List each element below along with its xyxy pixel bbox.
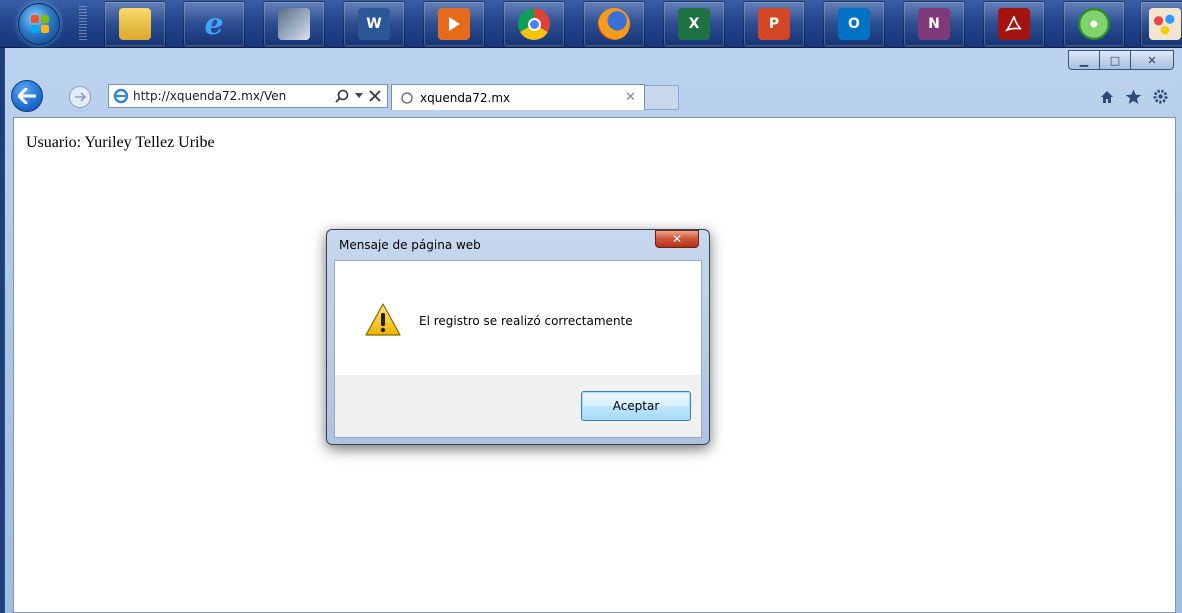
excel-icon: X	[678, 8, 710, 40]
browser-tab[interactable]: xquenda72.mx ✕	[391, 84, 645, 110]
media-player-icon	[438, 8, 470, 40]
acrobat-reader-icon	[998, 8, 1030, 40]
dialog-body: El registro se realizó correctamente Ace…	[334, 260, 702, 438]
dialog-close-button[interactable]: ✕	[655, 230, 699, 248]
windows-logo-icon	[31, 15, 49, 33]
arrow-right-icon	[75, 92, 86, 102]
taskbar-media-player[interactable]	[423, 1, 485, 47]
forward-button[interactable]	[69, 86, 91, 108]
taskbar-outlook[interactable]: O	[823, 1, 885, 47]
taskbar-onenote[interactable]: N	[903, 1, 965, 47]
taskbar-excel[interactable]: X	[663, 1, 725, 47]
onenote-icon: N	[918, 8, 950, 40]
taskbar-paint[interactable]	[1140, 1, 1182, 47]
taskbar-chrome[interactable]	[503, 1, 565, 47]
favorites-star-icon[interactable]	[1125, 89, 1142, 105]
dropdown-arrow-icon[interactable]	[355, 93, 363, 99]
settings-gear-icon[interactable]	[1152, 88, 1169, 105]
dialog-message: El registro se realizó correctamente	[419, 314, 633, 328]
taskbar-grip	[79, 6, 87, 42]
firefox-icon	[598, 8, 630, 40]
window-controls: ▁ □ ✕	[1068, 50, 1174, 70]
taskbar-powerpoint[interactable]: P	[743, 1, 805, 47]
dialog-message-area: El registro se realizó correctamente	[335, 261, 701, 375]
accept-button[interactable]: Aceptar	[581, 391, 691, 421]
taskbar-acrobat-reader[interactable]	[983, 1, 1045, 47]
taskbar-cd-burner[interactable]	[1063, 1, 1125, 47]
snipping-tool-icon	[278, 8, 310, 40]
taskbar-word[interactable]: W	[343, 1, 405, 47]
taskbar-file-explorer[interactable]	[104, 1, 166, 47]
minimize-button[interactable]: ▁	[1068, 50, 1100, 70]
dialog-footer: Aceptar	[335, 375, 701, 437]
folder-icon	[119, 8, 151, 40]
maximize-button[interactable]: □	[1099, 50, 1131, 70]
ie-page-icon	[113, 88, 129, 104]
paint-palette-icon	[1149, 8, 1181, 40]
alert-dialog: Mensaje de página web ✕ El registro se r…	[326, 229, 710, 445]
home-icon[interactable]	[1099, 89, 1115, 105]
outlook-icon: O	[838, 8, 870, 40]
taskbar-firefox[interactable]	[583, 1, 645, 47]
internet-explorer-icon: e	[204, 6, 224, 42]
word-icon: W	[358, 8, 390, 40]
tab-title: xquenda72.mx	[420, 90, 511, 105]
chrome-icon	[518, 8, 550, 40]
arrow-left-icon	[18, 88, 36, 104]
disc-burner-icon	[1078, 8, 1110, 40]
powerpoint-icon: P	[758, 8, 790, 40]
warning-icon	[365, 303, 401, 336]
browser-tools	[1099, 88, 1169, 105]
address-url[interactable]: http://xquenda72.mx/Ven	[133, 89, 313, 103]
taskbar-internet-explorer[interactable]: e	[183, 1, 245, 47]
address-tools	[335, 89, 387, 103]
loading-icon	[401, 91, 413, 104]
back-button[interactable]	[11, 80, 43, 112]
address-bar[interactable]: http://xquenda72.mx/Ven	[108, 84, 388, 108]
close-window-button[interactable]: ✕	[1130, 50, 1174, 70]
taskbar-snipping-tool[interactable]	[263, 1, 325, 47]
search-icon[interactable]	[335, 89, 349, 103]
dialog-title: Mensaje de página web	[339, 238, 481, 252]
user-label: Usuario: Yuriley Tellez Uribe	[26, 134, 215, 151]
start-button[interactable]	[18, 3, 60, 45]
navigation-bar: http://xquenda72.mx/Ven xquenda72.mx ✕	[5, 74, 1182, 116]
tab-close-icon[interactable]: ✕	[625, 90, 636, 105]
stop-icon[interactable]	[369, 90, 381, 102]
taskbar: e W X P O N	[0, 0, 1182, 48]
new-tab-button[interactable]	[645, 85, 679, 110]
